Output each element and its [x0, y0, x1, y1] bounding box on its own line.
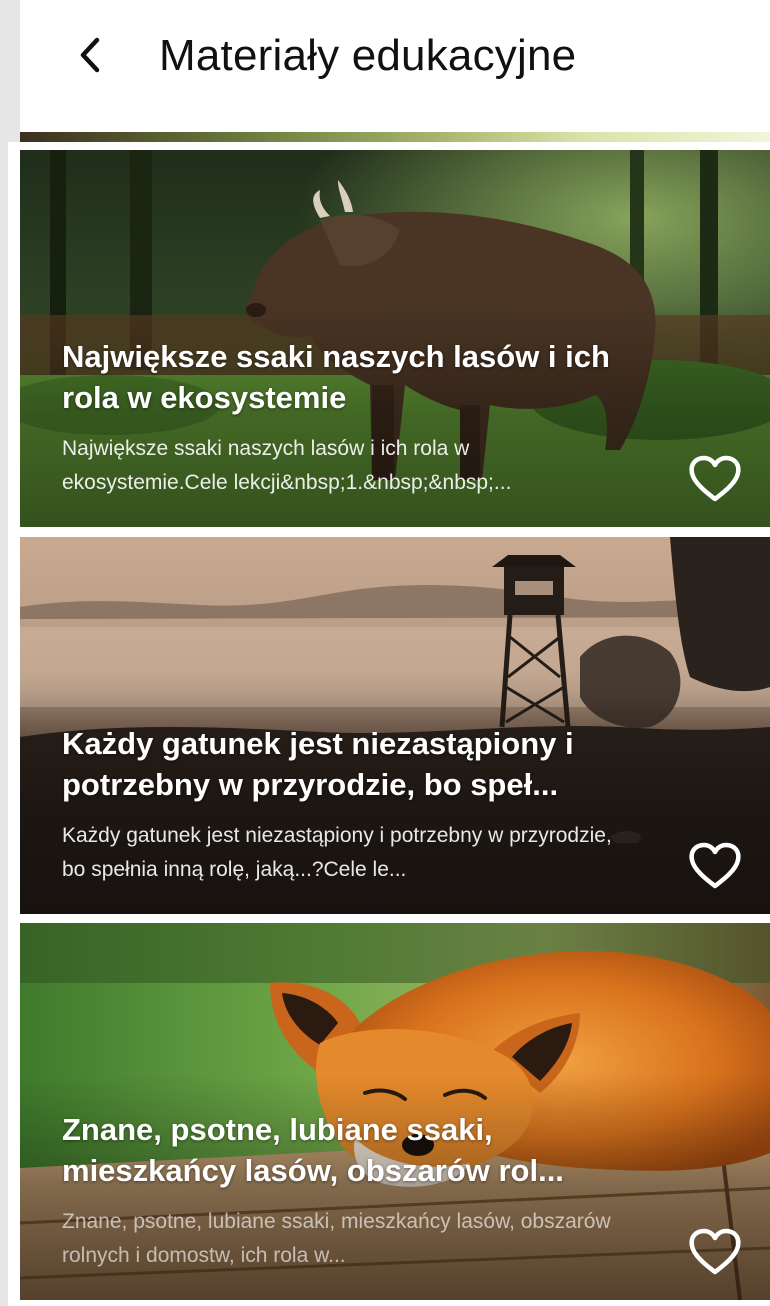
- app-header: Materiały edukacyjne: [20, 0, 770, 133]
- card-description: Znane, psotne, lubiane ssaki, mieszkańcy…: [62, 1210, 611, 1267]
- card-title: Znane, psotne, lubiane ssaki, mieszkańcy…: [62, 1112, 564, 1188]
- back-button[interactable]: [65, 30, 115, 80]
- card-description: Każdy gatunek jest niezastąpiony i potrz…: [62, 824, 612, 881]
- screen: Materiały edukacyjne Największe ssaki na…: [0, 0, 770, 1306]
- card-title: Każdy gatunek jest niezastąpiony i potrz…: [62, 726, 574, 802]
- heart-icon[interactable]: [688, 455, 742, 503]
- chevron-left-icon: [80, 37, 100, 73]
- material-card[interactable]: Największe ssaki naszych lasów i ich rol…: [20, 150, 770, 527]
- card-description: Największe ssaki naszych lasów i ich rol…: [62, 437, 512, 494]
- header-image-strip: [20, 132, 770, 142]
- card-title: Największe ssaki naszych lasów i ich rol…: [62, 339, 610, 415]
- materials-list[interactable]: Największe ssaki naszych lasów i ich rol…: [8, 142, 770, 1306]
- heart-icon[interactable]: [688, 842, 742, 890]
- material-card[interactable]: Znane, psotne, lubiane ssaki, mieszkańcy…: [20, 923, 770, 1300]
- heart-icon[interactable]: [688, 1228, 742, 1276]
- material-card[interactable]: Każdy gatunek jest niezastąpiony i potrz…: [20, 537, 770, 914]
- page-title: Materiały edukacyjne: [159, 31, 577, 80]
